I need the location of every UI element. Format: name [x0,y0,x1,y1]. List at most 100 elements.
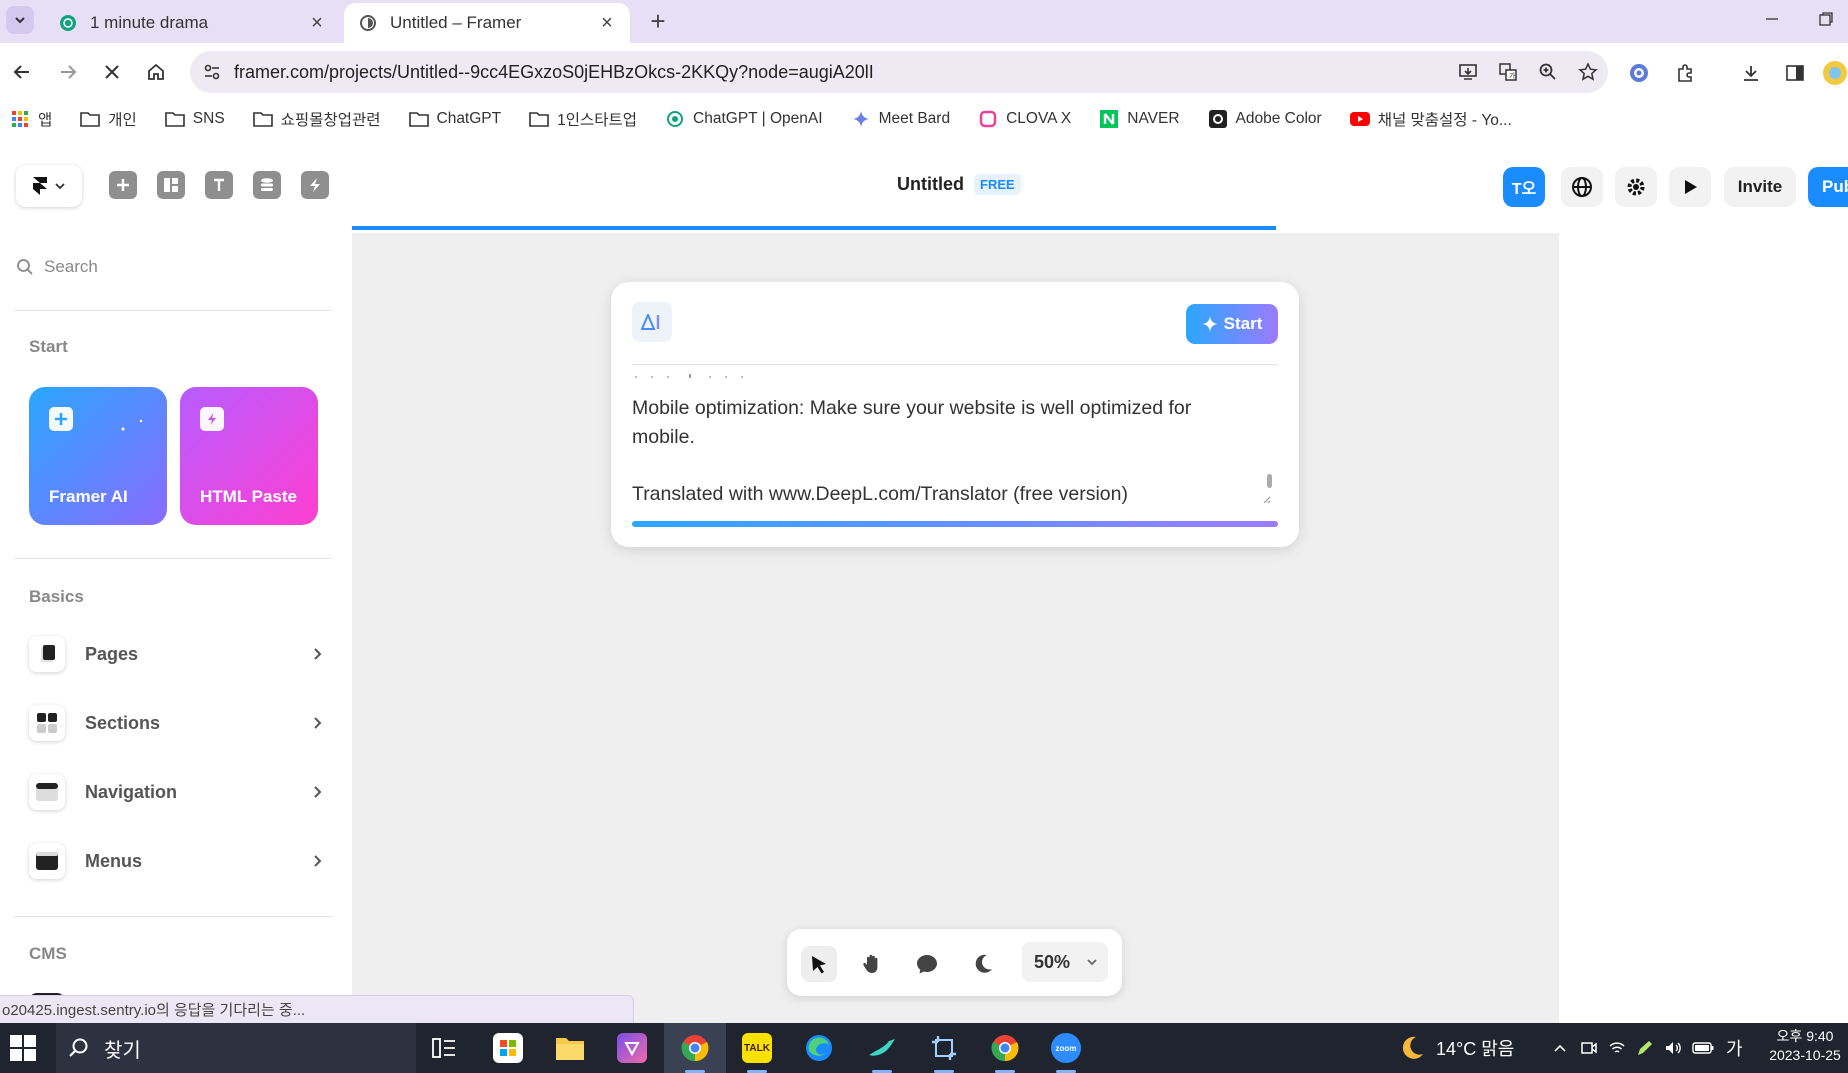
theme-toggle-button[interactable] [965,946,1001,982]
bookmark-youtube-channel[interactable]: 채널 맞춤설정 - Yo... [1349,108,1512,130]
url-text[interactable]: framer.com/projects/Untitled--9cc4EGxzoS… [234,62,1448,83]
back-button[interactable] [6,56,38,88]
close-tab-icon[interactable]: × [306,12,328,34]
user-avatar[interactable]: T오 [1503,167,1545,207]
taskbar-clock[interactable]: 오후 9:40 2023-10-25 [1762,1027,1848,1065]
edge-icon[interactable] [799,1030,839,1066]
hand-tool-button[interactable] [854,946,890,982]
bookmark-folder-shopping[interactable]: 쇼핑몰창업관련 [252,108,381,130]
home-button[interactable] [140,56,172,88]
minimize-window-button[interactable] [1746,0,1798,38]
insert-sidebar: Search Start Framer AI HTML Paste Basics… [0,233,352,1023]
html-paste-card[interactable]: HTML Paste [180,387,318,525]
kakaotalk-icon[interactable]: TALK [737,1030,777,1073]
sidebar-item-menus[interactable]: Menus [29,838,323,884]
sidebar-item-sections[interactable]: Sections [29,700,323,746]
site-settings-button[interactable] [1561,167,1603,207]
apps-grid-icon [10,109,30,129]
naver-icon [1099,109,1119,129]
address-bar[interactable]: framer.com/projects/Untitled--9cc4EGxzoS… [190,51,1608,93]
text-icon[interactable] [205,171,233,199]
bookmark-folder-chatgpt[interactable]: ChatGPT [408,109,501,129]
install-app-icon[interactable] [1448,62,1488,82]
framer-ai-card[interactable]: Framer AI [29,387,167,525]
bookmark-label: 개인 [108,112,137,129]
publish-button[interactable]: Pub [1808,167,1848,207]
downloads-icon[interactable] [1734,56,1768,90]
sidebar-item-label: Menus [85,850,143,871]
sidebar-item-navigation[interactable]: Navigation [29,769,323,815]
extension-globe-icon[interactable] [1622,56,1656,90]
windows-start-icon[interactable] [10,1035,36,1061]
chevron-up-icon [1554,1044,1566,1052]
invite-button[interactable]: Invite [1724,167,1796,207]
zoom-select[interactable]: 50% [1022,942,1108,982]
tab-1-minute-drama[interactable]: 1 minute drama × [44,3,340,43]
stop-loading-button[interactable] [96,56,128,88]
insert-icon[interactable] [109,171,137,199]
plan-badge: FREE [974,174,1021,195]
side-panel-icon[interactable] [1778,56,1812,90]
textarea-scrollbar[interactable] [1267,474,1272,488]
bookmark-apps[interactable]: 앱 [10,108,52,130]
folder-icon [529,109,549,129]
zoom-app-icon[interactable]: zoom [1046,1030,1086,1073]
ai-progress-bar [632,521,1278,527]
browser-tab-strip: 1 minute drama × Untitled – Framer × + [0,0,1848,43]
comment-tool-button[interactable] [909,946,945,982]
bookmark-clova-x[interactable]: CLOVA X [978,109,1071,129]
tab-search-button[interactable] [6,6,34,34]
divider [14,558,332,559]
ime-indicator[interactable]: 가 [1726,1035,1743,1061]
select-tool-button[interactable] [801,946,837,982]
project-title[interactable]: Untitled FREE [897,174,1021,195]
weather-widget[interactable]: 14°C 맑음 [1398,1023,1514,1073]
capture-tool-icon[interactable] [924,1030,964,1073]
tab-untitled-framer[interactable]: Untitled – Framer × [344,3,630,43]
whale-browser-icon[interactable] [862,1030,902,1073]
taskbar-search-box[interactable]: 찾기 [56,1023,416,1073]
start-heading: Start [29,337,68,356]
bookmark-naver[interactable]: NAVER [1099,109,1180,129]
file-explorer-icon[interactable] [550,1030,590,1066]
zoom-icon[interactable] [1528,62,1568,82]
sidebar-item-label: Navigation [85,781,178,802]
restore-window-button[interactable] [1800,0,1848,38]
framer-menu-button[interactable] [16,165,82,207]
new-tab-button[interactable]: + [644,6,672,36]
truncated-text-line [632,372,752,378]
task-view-icon[interactable] [424,1030,464,1066]
bookmark-folder-personal[interactable]: 개인 [80,108,137,130]
bookmark-folder-sns[interactable]: SNS [164,109,225,129]
preview-button[interactable] [1669,167,1711,207]
site-info-icon[interactable] [190,62,234,82]
sidebar-search-input[interactable]: Search [16,257,98,277]
forward-button[interactable] [52,56,84,88]
profile-avatar[interactable] [1822,56,1848,90]
translate-icon[interactable]: 가 [1488,62,1528,82]
cms-database-icon[interactable] [253,171,281,199]
bookmark-meet-bard[interactable]: Meet Bard [851,109,950,129]
layout-icon[interactable] [157,171,185,199]
microsoft-store-icon[interactable] [488,1030,528,1066]
bookmark-star-icon[interactable] [1568,62,1608,82]
system-tray-icons[interactable]: 가 [1552,1023,1743,1073]
sidebar-item-pages[interactable]: Pages [29,631,323,677]
resize-handle-icon[interactable] [1261,494,1271,504]
chrome-app-icon[interactable] [675,1030,715,1073]
extensions-puzzle-icon[interactable] [1668,56,1702,90]
ai-start-button[interactable]: Start [1186,304,1278,344]
bookmark-folder-startup[interactable]: 1인스타트업 [529,108,637,130]
close-tab-icon[interactable]: × [596,12,618,34]
chevron-down-icon [55,183,65,190]
visual-studio-icon[interactable] [612,1030,652,1066]
basics-heading: Basics [29,587,84,606]
chrome-profile-icon[interactable] [985,1030,1025,1073]
chevron-right-icon [314,786,322,798]
bookmark-adobe-color[interactable]: Adobe Color [1208,109,1322,129]
settings-button[interactable] [1615,167,1657,207]
sections-icon [29,705,65,741]
ai-prompt-textarea[interactable]: Mobile optimization: Make sure your webs… [632,394,1252,509]
plugins-bolt-icon[interactable] [301,171,329,199]
bookmark-chatgpt-openai[interactable]: ChatGPT | OpenAI [665,109,823,129]
